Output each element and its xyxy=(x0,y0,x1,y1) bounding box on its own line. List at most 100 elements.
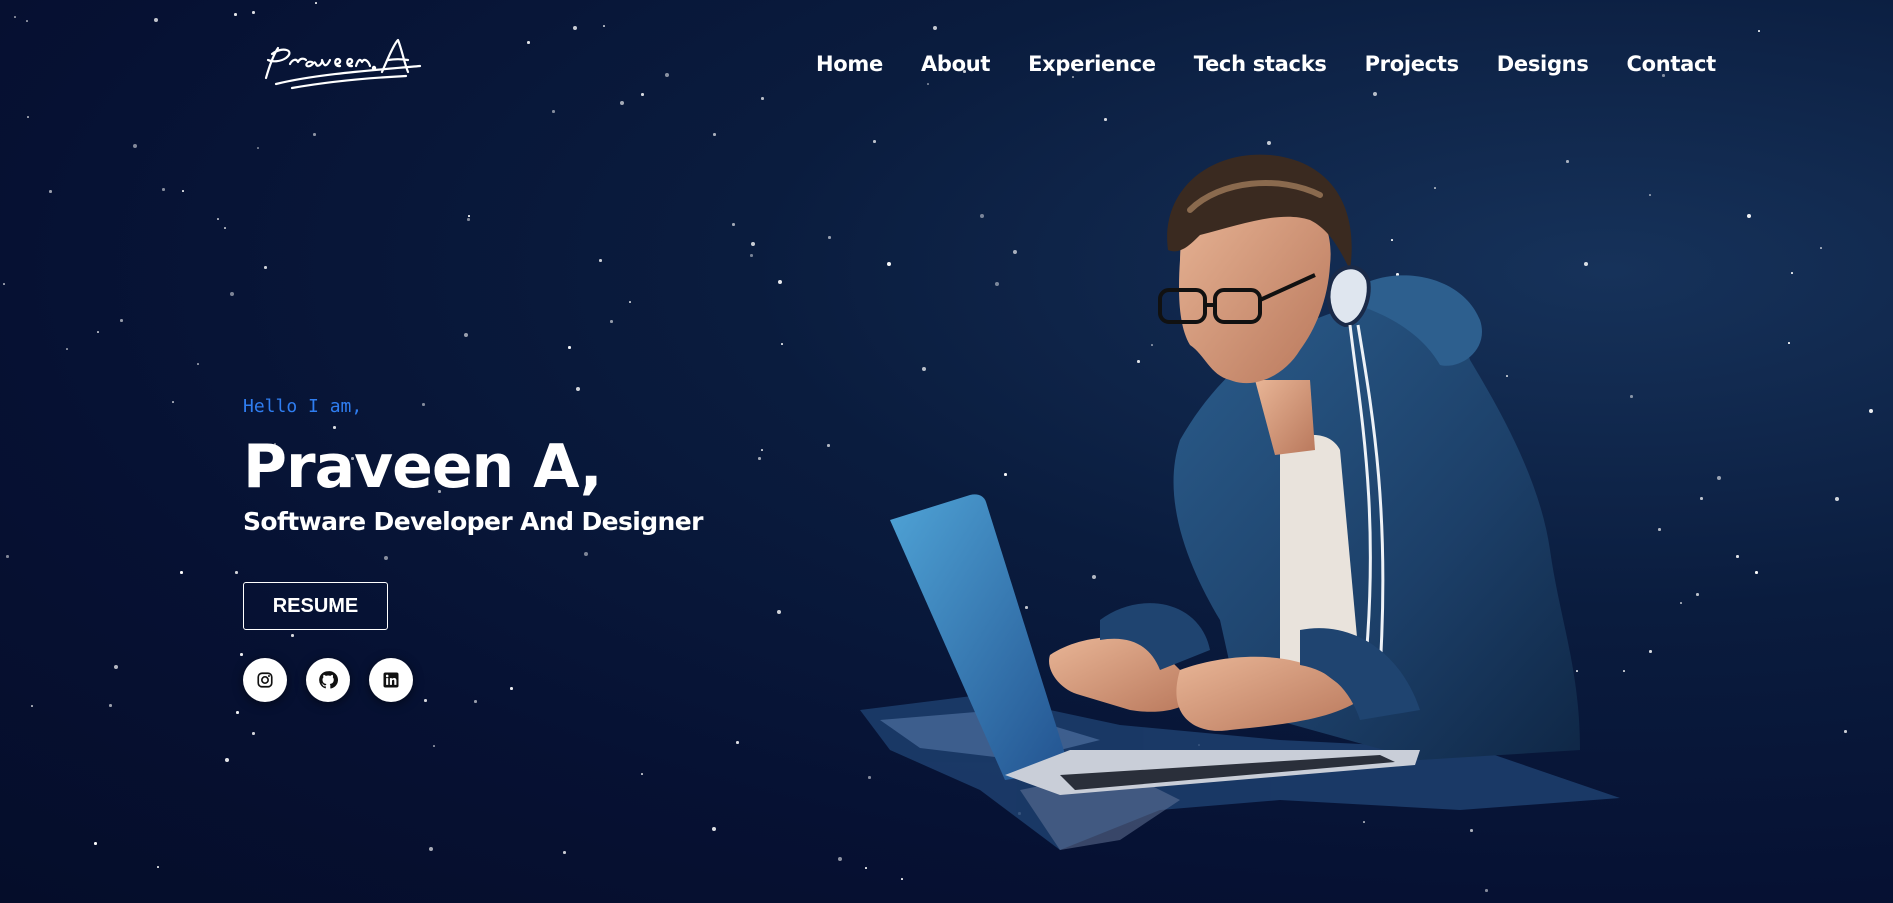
nav-contact[interactable]: Contact xyxy=(1627,52,1717,76)
hero-section: Hello I am, Praveen A, Software Develope… xyxy=(243,396,703,536)
star xyxy=(665,73,669,77)
star xyxy=(933,26,937,30)
star xyxy=(1791,272,1793,274)
star xyxy=(576,387,580,391)
nav-experience[interactable]: Experience xyxy=(1028,52,1156,76)
star xyxy=(1267,141,1271,145)
star xyxy=(1747,214,1751,218)
star xyxy=(3,283,5,285)
nav-designs[interactable]: Designs xyxy=(1497,52,1589,76)
star xyxy=(1658,528,1661,531)
star xyxy=(6,555,9,558)
star xyxy=(573,26,577,30)
resume-button[interactable]: RESUME xyxy=(243,582,388,630)
star xyxy=(1485,889,1488,892)
star xyxy=(224,227,226,229)
star xyxy=(467,218,470,221)
star xyxy=(736,741,739,744)
star xyxy=(1758,30,1760,32)
star xyxy=(641,93,644,96)
star xyxy=(599,259,602,262)
star xyxy=(610,320,613,323)
star xyxy=(603,25,605,27)
star xyxy=(1700,497,1703,500)
star xyxy=(927,83,929,85)
star xyxy=(1788,342,1790,344)
github-icon xyxy=(319,671,338,689)
star xyxy=(527,41,530,44)
star xyxy=(109,704,112,707)
star xyxy=(778,280,782,284)
star xyxy=(27,116,29,118)
star xyxy=(31,705,33,707)
instagram-link[interactable] xyxy=(243,658,287,702)
star xyxy=(1755,571,1758,574)
star xyxy=(1869,409,1873,413)
star xyxy=(120,319,123,322)
star xyxy=(429,847,433,851)
star xyxy=(1373,92,1377,96)
star xyxy=(761,97,764,100)
linkedin-icon xyxy=(383,672,399,688)
star xyxy=(873,140,876,143)
star xyxy=(157,866,159,868)
star xyxy=(235,571,238,574)
star xyxy=(97,331,99,333)
star xyxy=(162,188,165,191)
star xyxy=(761,449,763,451)
star xyxy=(1623,670,1625,672)
star xyxy=(384,556,388,560)
star xyxy=(114,665,118,669)
greeting-text: Hello I am, xyxy=(243,396,363,417)
star xyxy=(26,20,28,22)
star xyxy=(1630,395,1633,398)
signature-logo[interactable] xyxy=(256,34,426,96)
nav-home[interactable]: Home xyxy=(816,52,883,76)
star xyxy=(838,857,842,861)
star xyxy=(464,333,468,337)
star xyxy=(217,218,219,220)
star xyxy=(252,732,255,735)
star xyxy=(236,711,239,714)
nav-about[interactable]: About xyxy=(921,52,991,76)
star xyxy=(264,266,267,269)
star xyxy=(1835,497,1839,501)
star xyxy=(1820,247,1822,249)
star xyxy=(154,18,158,22)
star xyxy=(257,147,259,149)
star xyxy=(777,610,781,614)
star xyxy=(234,13,237,16)
star xyxy=(732,223,735,226)
star xyxy=(225,758,229,762)
linkedin-link[interactable] xyxy=(369,658,413,702)
star xyxy=(901,878,903,880)
star xyxy=(424,699,427,702)
hero-role: Software Developer And Designer xyxy=(243,507,703,536)
star xyxy=(252,11,255,14)
star xyxy=(315,2,317,4)
star xyxy=(751,242,755,246)
main-nav: Home About Experience Tech stacks Projec… xyxy=(816,52,1716,76)
star xyxy=(230,292,234,296)
star xyxy=(197,363,199,365)
star xyxy=(641,773,643,775)
star xyxy=(66,348,68,350)
hero-name: Praveen A, xyxy=(243,432,602,502)
star xyxy=(474,700,477,703)
star xyxy=(172,401,174,403)
github-link[interactable] xyxy=(306,658,350,702)
developer-illustration xyxy=(860,154,1620,850)
star xyxy=(620,101,624,105)
star xyxy=(94,842,97,845)
nav-tech-stacks[interactable]: Tech stacks xyxy=(1194,52,1327,76)
star xyxy=(1696,593,1699,596)
star xyxy=(1717,476,1721,480)
star xyxy=(563,851,566,854)
star xyxy=(433,745,435,747)
nav-projects[interactable]: Projects xyxy=(1365,52,1460,76)
star xyxy=(568,346,571,349)
star xyxy=(750,254,753,257)
star xyxy=(781,343,783,345)
star xyxy=(552,110,555,113)
star xyxy=(468,215,470,217)
